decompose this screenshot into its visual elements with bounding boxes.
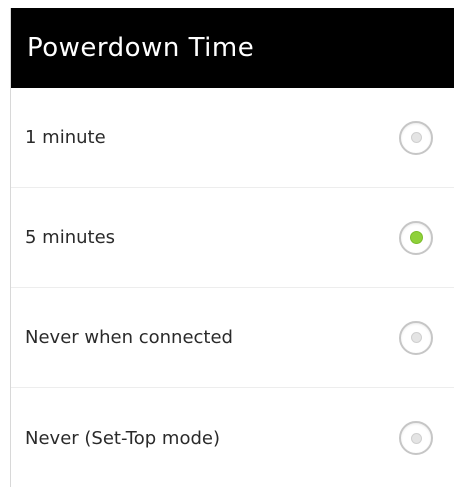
option-label: Never when connected <box>25 327 233 348</box>
option-never-set-top-mode[interactable]: Never (Set-Top mode) <box>11 388 454 488</box>
radio-button-unchecked[interactable] <box>399 320 433 355</box>
radio-button-unchecked[interactable] <box>399 421 433 455</box>
radio-dot-icon <box>409 231 423 244</box>
options-list: 1 minute 5 minutes Never when connected … <box>11 88 454 488</box>
dialog-title: Powerdown Time <box>27 33 255 63</box>
radio-dot-icon <box>410 132 422 143</box>
option-label: 1 minute <box>25 127 106 148</box>
radio-button-unchecked[interactable] <box>399 120 433 155</box>
option-label: Never (Set-Top mode) <box>25 427 220 449</box>
dialog-title-bar: Powerdown Time <box>11 8 454 88</box>
radio-dot-icon <box>410 332 422 343</box>
option-1-minute[interactable]: 1 minute <box>11 88 454 188</box>
radio-dot-icon <box>410 432 422 444</box>
option-5-minutes[interactable]: 5 minutes <box>11 188 454 288</box>
option-label: 5 minutes <box>25 227 116 248</box>
radio-button-checked[interactable] <box>399 220 433 255</box>
option-never-when-connected[interactable]: Never when connected <box>11 288 454 388</box>
powerdown-time-dialog: Powerdown Time 1 minute 5 minutes Never … <box>10 8 454 487</box>
